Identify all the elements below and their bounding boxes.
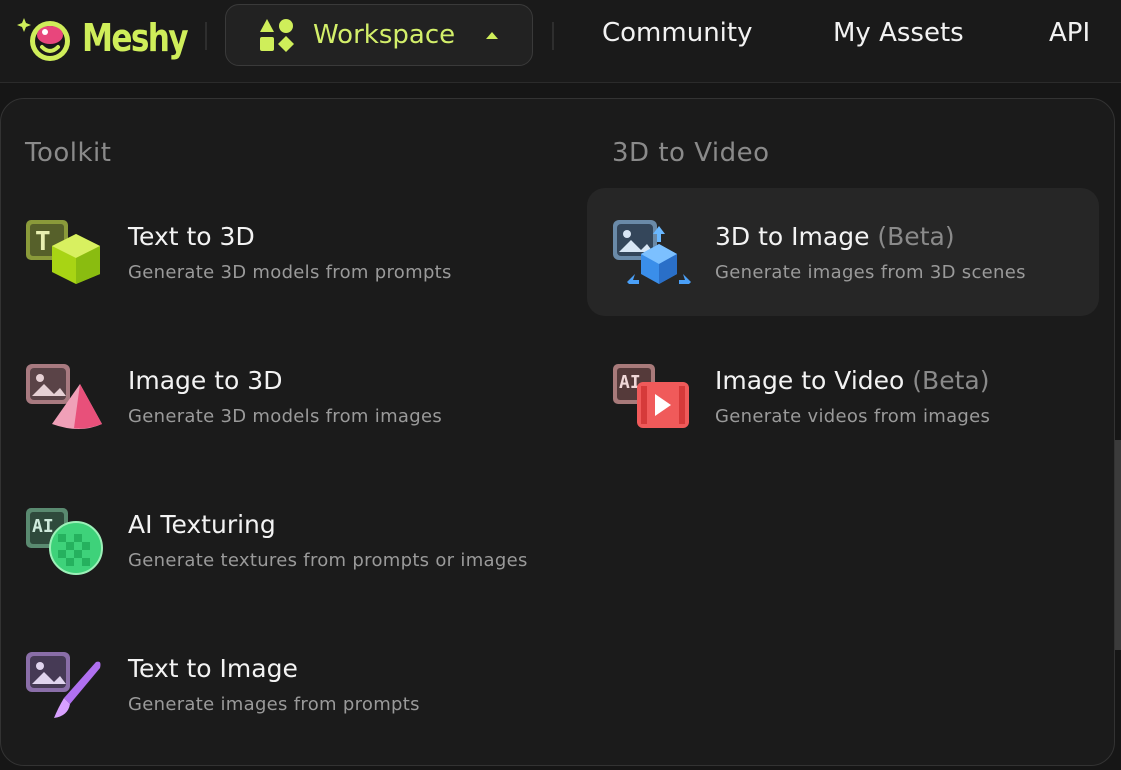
nav-link-community[interactable]: Community [602, 18, 752, 48]
menu-item-image-to-video[interactable]: AI Image to Video (Beta) Generate videos… [587, 332, 1099, 460]
menu-item-description: Generate 3D models from prompts [128, 262, 452, 283]
menu-item-text-to-3d[interactable]: T Text to 3D Generate 3D models from pro… [0, 188, 512, 316]
beta-badge: (Beta) [912, 366, 990, 395]
nav-divider [552, 22, 554, 50]
menu-item-description: Generate textures from prompts or images [128, 550, 528, 571]
nav-link-my-assets[interactable]: My Assets [833, 18, 964, 48]
menu-item-title: AI Texturing [128, 510, 276, 539]
meshy-logo[interactable]: Meshy [16, 8, 189, 68]
section-title-3d-to-video: 3D to Video [612, 138, 770, 168]
text-to-3d-icon: T [26, 220, 100, 284]
menu-item-title: Text to Image [128, 654, 298, 683]
menu-item-text-to-image[interactable]: Text to Image Generate images from promp… [0, 620, 512, 748]
nav-link-api[interactable]: API [1049, 18, 1090, 48]
meshy-mascot-icon [17, 18, 70, 61]
menu-item-title-text: Image to Video [715, 366, 905, 395]
nav-divider [205, 22, 207, 50]
svg-text:T: T [35, 227, 51, 257]
3d-to-image-icon [613, 220, 691, 284]
ai-texturing-icon: AI [26, 508, 103, 575]
menu-item-title-text: 3D to Image [715, 222, 870, 251]
menu-item-title: Image to 3D [128, 366, 283, 395]
image-to-3d-icon [26, 364, 102, 429]
top-navigation-bar: Meshy Workspace Community My Assets API [0, 0, 1121, 83]
section-title-toolkit: Toolkit [25, 138, 112, 168]
menu-item-description: Generate videos from images [715, 406, 991, 427]
image-to-video-icon: AI [613, 364, 689, 428]
menu-item-title: Image to Video (Beta) [715, 366, 989, 395]
brand-name: Meshy [82, 16, 189, 60]
shapes-icon [260, 19, 294, 52]
menu-item-description: Generate images from prompts [128, 694, 420, 715]
menu-item-3d-to-image[interactable]: 3D to Image (Beta) Generate images from … [587, 188, 1099, 316]
workspace-label: Workspace [313, 20, 456, 50]
caret-up-icon [486, 31, 499, 39]
workspace-dropdown-button[interactable]: Workspace [225, 4, 533, 66]
text-to-image-icon [26, 652, 101, 718]
menu-item-description: Generate images from 3D scenes [715, 262, 1026, 283]
beta-badge: (Beta) [877, 222, 955, 251]
svg-text:AI: AI [32, 516, 54, 537]
menu-item-title: Text to 3D [128, 222, 255, 251]
menu-item-title: 3D to Image (Beta) [715, 222, 955, 251]
menu-item-image-to-3d[interactable]: Image to 3D Generate 3D models from imag… [0, 332, 512, 460]
menu-item-ai-texturing[interactable]: AI AI Texturing Generate textures from p… [0, 476, 527, 604]
background-edge [1115, 440, 1121, 650]
menu-item-description: Generate 3D models from images [128, 406, 443, 427]
